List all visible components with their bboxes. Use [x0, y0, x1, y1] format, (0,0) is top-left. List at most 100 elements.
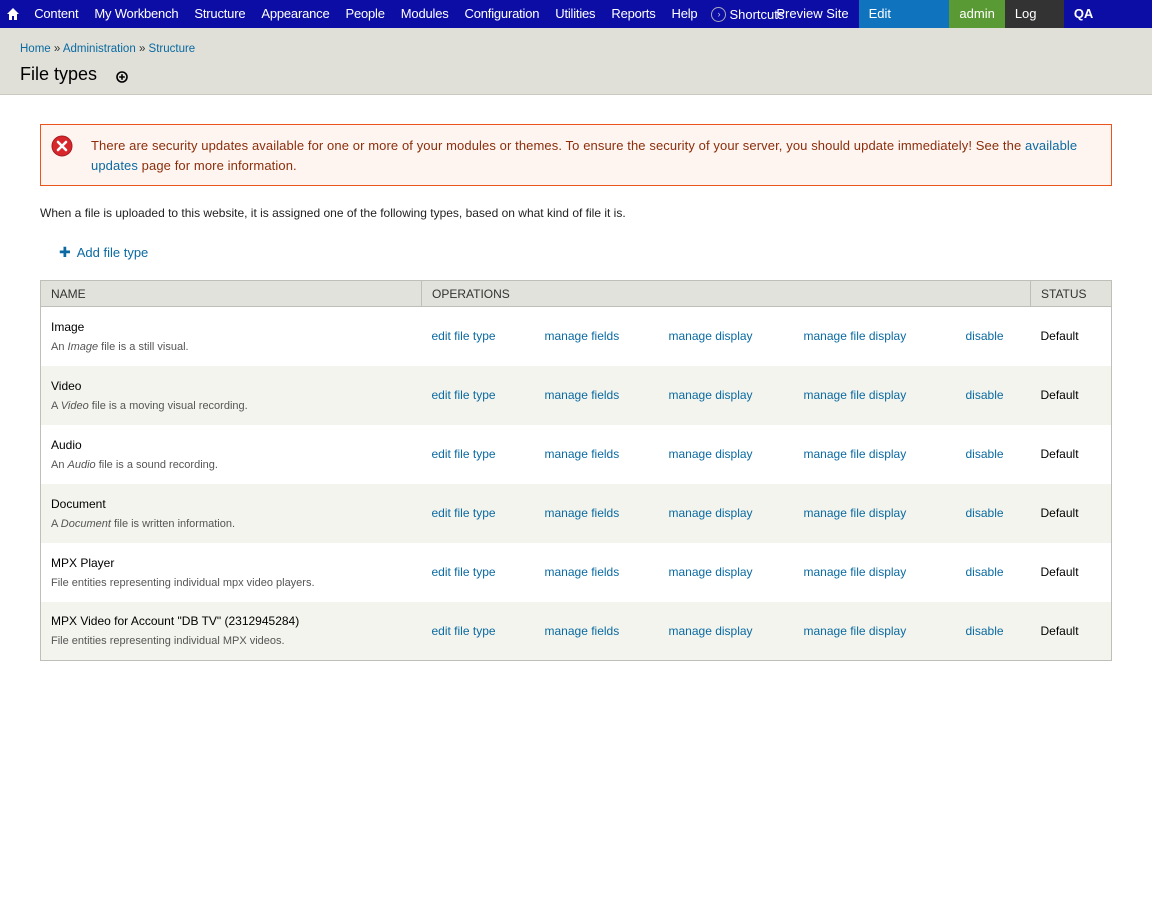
disable-link[interactable]: disable [966, 506, 1004, 520]
toolbar-item-people[interactable]: People [338, 0, 393, 28]
toolbar-item-modules[interactable]: Modules [393, 0, 457, 28]
page-title: File types [20, 64, 98, 84]
name-cell: MPX Video for Account "DB TV" (231294528… [40, 601, 422, 661]
manage-file-display-link[interactable]: manage file display [804, 447, 966, 461]
disable-link[interactable]: disable [966, 388, 1004, 402]
table-row: Audio An Audio file is a sound recording… [40, 424, 1112, 484]
disable-link[interactable]: disable [966, 329, 1004, 343]
table-row: Image An Image file is a still visual. e… [40, 306, 1112, 366]
breadcrumb-separator: » [138, 43, 146, 55]
shortcuts-toggle[interactable]: › Shortcuts [705, 0, 784, 28]
table-row: Document A Document file is written info… [40, 483, 1112, 543]
chevron-right-icon: › [711, 6, 727, 22]
admin-toolbar: Content My Workbench Structure Appearanc… [0, 0, 1152, 49]
disable-link[interactable]: disable [966, 447, 1004, 461]
column-header-name: NAME [40, 280, 422, 307]
file-type-description: An Image file is a still visual. [51, 340, 189, 353]
name-cell: Document A Document file is written info… [40, 483, 422, 543]
toolbar-item-help[interactable]: Help [664, 0, 706, 28]
breadcrumb-home[interactable]: Home [20, 43, 51, 55]
file-type-name: Image [51, 319, 85, 334]
operations-cell: edit file type manage fields manage disp… [421, 424, 1031, 484]
manage-file-display-link[interactable]: manage file display [804, 388, 966, 402]
intro-text: When a file is uploaded to this website,… [40, 206, 626, 220]
toolbar-user: Edit shortcuts admin Log out QA SERVER [858, 0, 1152, 49]
manage-file-display-link[interactable]: manage file display [804, 329, 966, 343]
add-file-type-link[interactable]: ✚ Add file type [59, 244, 148, 261]
file-type-description: File entities representing individual mp… [51, 576, 315, 589]
file-type-name: Video [51, 378, 82, 393]
manage-display-link[interactable]: manage display [669, 506, 804, 520]
disable-link[interactable]: disable [966, 624, 1004, 638]
error-icon [51, 135, 73, 162]
manage-file-display-link[interactable]: manage file display [804, 565, 966, 579]
table-row: MPX Video for Account "DB TV" (231294528… [40, 601, 1112, 661]
manage-fields-link[interactable]: manage fields [545, 388, 669, 402]
status-cell: Default [1030, 542, 1112, 602]
edit-file-type-link[interactable]: edit file type [432, 388, 545, 402]
file-type-description: An Audio file is a sound recording. [51, 458, 218, 471]
name-cell: Audio An Audio file is a sound recording… [40, 424, 422, 484]
manage-fields-link[interactable]: manage fields [545, 565, 669, 579]
file-type-name: Audio [51, 437, 82, 452]
toolbar-item-utilities[interactable]: Utilities [547, 0, 603, 28]
manage-fields-link[interactable]: manage fields [545, 329, 669, 343]
disable-link[interactable]: disable [966, 565, 1004, 579]
edit-shortcuts-link[interactable]: Edit shortcuts [858, 0, 950, 49]
edit-file-type-link[interactable]: edit file type [432, 447, 545, 461]
manage-file-display-link[interactable]: manage file display [804, 506, 966, 520]
status-cell: Default [1030, 424, 1112, 484]
breadcrumb-structure[interactable]: Structure [149, 43, 196, 55]
status-cell: Default [1030, 365, 1112, 425]
name-cell: Image An Image file is a still visual. [40, 306, 422, 366]
logout-link[interactable]: Log out [1004, 0, 1064, 49]
manage-display-link[interactable]: manage display [669, 624, 804, 638]
operations-cell: edit file type manage fields manage disp… [421, 365, 1031, 425]
manage-display-link[interactable]: manage display [669, 329, 804, 343]
preview-site-link[interactable]: Preview Site [776, 0, 858, 28]
breadcrumb: Home » Administration » Structure [20, 43, 195, 55]
operations-cell: edit file type manage fields manage disp… [421, 542, 1031, 602]
manage-fields-link[interactable]: manage fields [545, 506, 669, 520]
table-row: Video A Video file is a moving visual re… [40, 365, 1112, 425]
toolbar-item-configuration[interactable]: Configuration [457, 0, 548, 28]
name-cell: Video A Video file is a moving visual re… [40, 365, 422, 425]
plus-icon: ✚ [59, 244, 71, 260]
table-row: MPX Player File entities representing in… [40, 542, 1112, 602]
status-cell: Default [1030, 601, 1112, 661]
error-text-before: There are security updates available for… [91, 138, 1025, 153]
edit-file-type-link[interactable]: edit file type [432, 329, 545, 343]
toolbar-item-appearance[interactable]: Appearance [253, 0, 337, 28]
edit-file-type-link[interactable]: edit file type [432, 565, 545, 579]
manage-file-display-link[interactable]: manage file display [804, 624, 966, 638]
name-cell: MPX Player File entities representing in… [40, 542, 422, 602]
file-types-table: NAME OPERATIONS STATUS Image An Image fi… [40, 280, 1112, 661]
file-type-description: A Video file is a moving visual recordin… [51, 399, 248, 412]
toolbar-item-structure[interactable]: Structure [186, 0, 253, 28]
add-file-type-label: Add file type [76, 245, 149, 260]
breadcrumb-administration[interactable]: Administration [63, 43, 136, 55]
operations-cell: edit file type manage fields manage disp… [421, 483, 1031, 543]
user-account-link[interactable]: admin [949, 0, 1005, 28]
server-label: QA SERVER [1063, 0, 1152, 49]
add-shortcut-icon[interactable] [116, 70, 128, 83]
status-cell: Default [1030, 306, 1112, 366]
toolbar-item-reports[interactable]: Reports [603, 0, 663, 28]
file-type-description: A Document file is written information. [51, 517, 236, 530]
manage-display-link[interactable]: manage display [669, 447, 804, 461]
manage-fields-link[interactable]: manage fields [545, 624, 669, 638]
file-type-name: MPX Video for Account "DB TV" (231294528… [51, 614, 300, 629]
home-icon[interactable] [0, 0, 26, 28]
manage-display-link[interactable]: manage display [669, 388, 804, 402]
breadcrumb-separator: » [53, 43, 61, 55]
toolbar-menu: Content My Workbench Structure Appearanc… [26, 0, 705, 28]
error-message: There are security updates available for… [40, 124, 1112, 186]
file-type-name: MPX Player [51, 555, 115, 570]
toolbar-item-content[interactable]: Content [26, 0, 86, 28]
operations-cell: edit file type manage fields manage disp… [421, 601, 1031, 661]
edit-file-type-link[interactable]: edit file type [432, 624, 545, 638]
edit-file-type-link[interactable]: edit file type [432, 506, 545, 520]
toolbar-item-my-workbench[interactable]: My Workbench [86, 0, 186, 28]
manage-display-link[interactable]: manage display [669, 565, 804, 579]
manage-fields-link[interactable]: manage fields [545, 447, 669, 461]
